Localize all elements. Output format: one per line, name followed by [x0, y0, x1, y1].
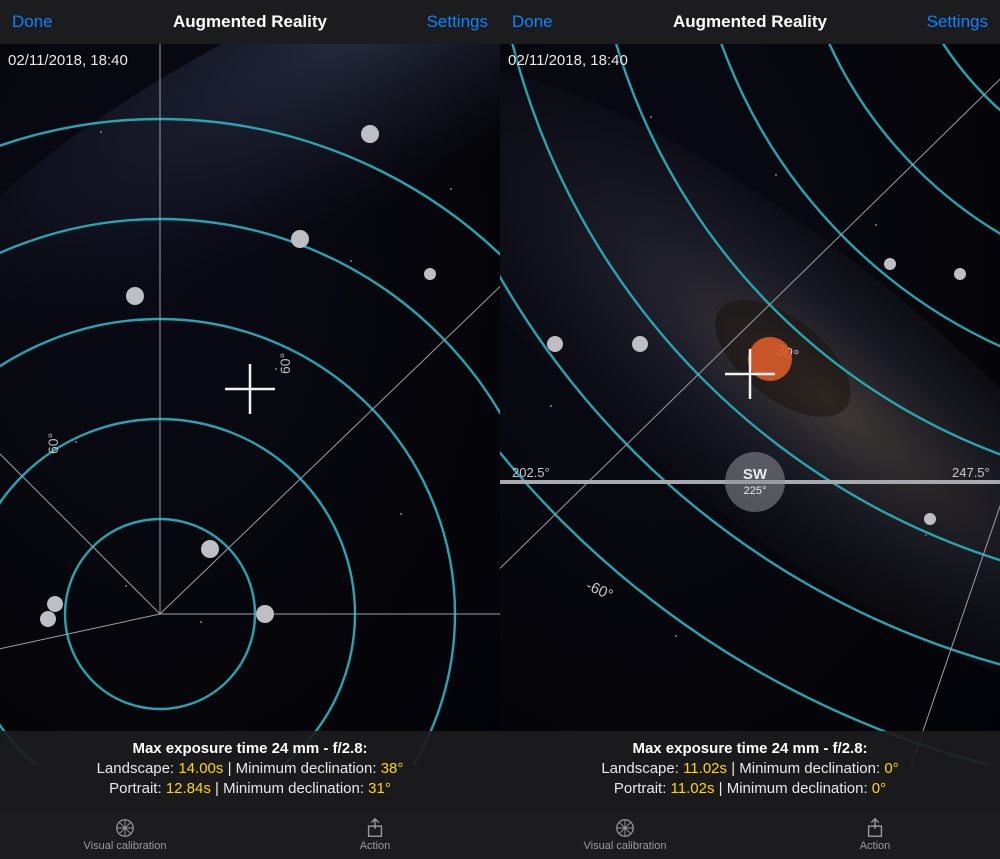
info-title: Max exposure time 24 mm - f/2.8: — [504, 739, 996, 759]
compass-degree: 225° — [744, 485, 767, 497]
azimuth-right: 247.5° — [952, 465, 990, 480]
landscape-label: Landscape: — [601, 760, 679, 777]
compass-icon — [614, 817, 636, 839]
info-landscape-row: Landscape: 11.02s | Minimum declination:… — [504, 759, 996, 779]
toolbar: Visual calibration Action — [0, 809, 500, 859]
timestamp: 02/11/2018, 18:40 — [8, 52, 128, 69]
page-title: Augmented Reality — [173, 12, 327, 32]
exposure-info-panel: Max exposure time 24 mm - f/2.8: Landsca… — [0, 731, 500, 809]
portrait-mindec: 0° — [872, 780, 886, 797]
landscape-value: 14.00s — [178, 760, 223, 777]
portrait-label: Portrait: — [109, 780, 162, 797]
ar-sky-view[interactable]: 02/11/2018, 18:40 — [0, 44, 500, 765]
azimuth-left: 202.5° — [512, 465, 550, 480]
mindec-label: Minimum declination: — [223, 780, 364, 797]
header-bar: Done Augmented Reality Settings — [0, 0, 500, 44]
action-label: Action — [860, 840, 891, 852]
landscape-label: Landscape: — [97, 760, 175, 777]
share-icon — [864, 817, 886, 839]
sep: | — [719, 780, 727, 797]
settings-button[interactable]: Settings — [927, 0, 988, 44]
ring-label: -60° — [583, 577, 615, 604]
header-bar: Done Augmented Reality Settings — [500, 0, 1000, 44]
landscape-mindec: 0° — [884, 760, 898, 777]
compass-icon — [114, 817, 136, 839]
action-button[interactable]: Action — [250, 809, 500, 859]
page-title: Augmented Reality — [673, 12, 827, 32]
mindec-label: Minimum declination: — [727, 780, 868, 797]
exposure-info-panel: Max exposure time 24 mm - f/2.8: Landsca… — [500, 731, 1000, 809]
portrait-mindec: 31° — [368, 780, 391, 797]
info-portrait-row: Portrait: 12.84s | Minimum declination: … — [4, 779, 496, 799]
grid-overlay: 60° 60° — [0, 44, 500, 765]
info-title: Max exposure time 24 mm - f/2.8: — [4, 739, 496, 759]
grid-overlay: 30° -60° 202.5° 247.5° SW 225° — [500, 44, 1000, 765]
visual-calibration-label: Visual calibration — [84, 840, 167, 852]
landscape-value: 11.02s — [683, 760, 727, 777]
settings-button[interactable]: Settings — [427, 0, 488, 44]
sep: | — [215, 780, 223, 797]
done-button[interactable]: Done — [512, 0, 553, 44]
visual-calibration-button[interactable]: Visual calibration — [500, 809, 750, 859]
timestamp: 02/11/2018, 18:40 — [508, 52, 628, 69]
toolbar: Visual calibration Action — [500, 809, 1000, 859]
done-button[interactable]: Done — [12, 0, 53, 44]
mindec-label: Minimum declination: — [236, 760, 377, 777]
screenshot-right: Done Augmented Reality Settings 02/11/20… — [500, 0, 1000, 859]
portrait-label: Portrait: — [614, 780, 667, 797]
action-label: Action — [360, 840, 391, 852]
visual-calibration-label: Visual calibration — [584, 840, 667, 852]
visual-calibration-button[interactable]: Visual calibration — [0, 809, 250, 859]
sep: | — [228, 760, 236, 777]
screenshot-left: Done Augmented Reality Settings 02/11/20… — [0, 0, 500, 859]
info-portrait-row: Portrait: 11.02s | Minimum declination: … — [504, 779, 996, 799]
ring-label: 60° — [45, 433, 61, 454]
mindec-label: Minimum declination: — [739, 760, 880, 777]
compass-direction: SW — [743, 466, 768, 483]
ring-label: 60° — [277, 353, 293, 374]
share-icon — [364, 817, 386, 839]
portrait-value: 11.02s — [671, 780, 715, 797]
info-landscape-row: Landscape: 14.00s | Minimum declination:… — [4, 759, 496, 779]
ar-sky-view[interactable]: 02/11/2018, 18:40 — [500, 44, 1000, 765]
action-button[interactable]: Action — [750, 809, 1000, 859]
crosshair-icon — [225, 364, 275, 414]
landscape-mindec: 38° — [381, 760, 404, 777]
portrait-value: 12.84s — [166, 780, 211, 797]
